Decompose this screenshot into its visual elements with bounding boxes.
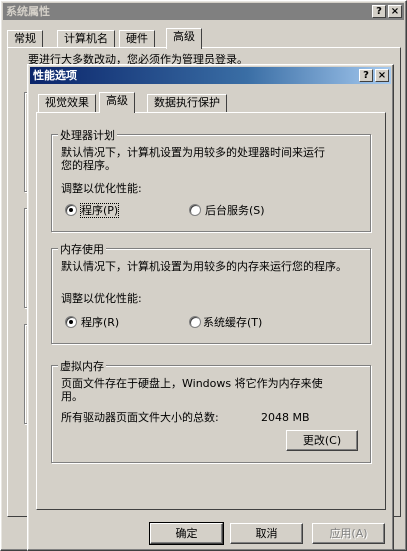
- ok-button[interactable]: 确定: [149, 522, 224, 545]
- outer-tab-general[interactable]: 常规: [7, 30, 43, 48]
- memory-description: 默认情况下，计算机设置为用较多的内存来运行您的程序。: [61, 260, 347, 273]
- tab-data-execution-prevention[interactable]: 数据执行保护: [147, 94, 227, 112]
- system-properties-titlebar[interactable]: 系统属性 ? ×: [3, 3, 404, 20]
- memory-usage-label: 内存使用: [58, 241, 106, 257]
- processor-background-services-radio[interactable]: [189, 204, 201, 216]
- processor-background-services-label[interactable]: 后台服务(S): [205, 204, 265, 217]
- processor-programs-label[interactable]: 程序(P): [79, 203, 120, 218]
- dialog-close-button[interactable]: ×: [375, 69, 389, 82]
- processor-adjust-label: 调整以优化性能:: [61, 182, 142, 195]
- memory-adjust-label: 调整以优化性能:: [61, 292, 142, 305]
- dialog-help-button[interactable]: ?: [359, 69, 373, 82]
- virtual-memory-description-line2: 用。: [61, 390, 83, 403]
- processor-programs-radio[interactable]: [65, 204, 77, 216]
- tab-visual-effects[interactable]: 视觉效果: [38, 94, 96, 112]
- outer-help-button[interactable]: ?: [372, 5, 386, 18]
- memory-programs-label[interactable]: 程序(R): [81, 316, 119, 329]
- paging-file-total-value: 2048 MB: [261, 411, 310, 424]
- change-virtual-memory-button[interactable]: 更改(C): [286, 430, 358, 451]
- outer-close-button[interactable]: ×: [388, 5, 402, 18]
- performance-options-dialog: 性能选项 ? × 视觉效果 高级 数据执行保护 处理器计划 默认情况下，计算机设…: [27, 64, 394, 551]
- memory-system-cache-radio[interactable]: [189, 316, 201, 328]
- outer-tab-hardware[interactable]: 硬件: [119, 30, 155, 48]
- tab-advanced[interactable]: 高级: [99, 92, 135, 113]
- memory-programs-radio[interactable]: [65, 316, 77, 328]
- dialog-tab-panel: 处理器计划 默认情况下，计算机设置为用较多的处理器时间来运行 您的程序。 调整以…: [36, 112, 386, 510]
- paging-file-total-label: 所有驱动器页面文件大小的总数:: [61, 411, 219, 424]
- performance-options-title: 性能选项: [33, 69, 77, 82]
- system-properties-title: 系统属性: [6, 5, 50, 18]
- virtual-memory-label: 虚拟内存: [58, 358, 106, 374]
- processor-description-line1: 默认情况下，计算机设置为用较多的处理器时间来运行: [61, 146, 325, 159]
- performance-options-titlebar[interactable]: 性能选项 ? ×: [30, 67, 391, 84]
- cancel-button[interactable]: 取消: [230, 523, 303, 544]
- processor-scheduling-label: 处理器计划: [58, 127, 117, 143]
- processor-description-line2: 您的程序。: [61, 159, 116, 172]
- memory-system-cache-label[interactable]: 系统缓存(T): [203, 316, 262, 329]
- virtual-memory-description-line1: 页面文件存在于硬盘上，Windows 将它作为内存来使: [61, 377, 323, 390]
- processor-scheduling-group: 处理器计划 默认情况下，计算机设置为用较多的处理器时间来运行 您的程序。 调整以…: [51, 127, 371, 232]
- apply-button: 应用(A): [312, 523, 385, 544]
- memory-usage-group: 内存使用 默认情况下，计算机设置为用较多的内存来运行您的程序。 调整以优化性能:…: [51, 241, 371, 344]
- outer-tab-advanced[interactable]: 高级: [166, 28, 202, 49]
- virtual-memory-group: 虚拟内存 页面文件存在于硬盘上，Windows 将它作为内存来使 用。 所有驱动…: [51, 358, 371, 463]
- outer-tab-computer-name[interactable]: 计算机名: [57, 30, 115, 48]
